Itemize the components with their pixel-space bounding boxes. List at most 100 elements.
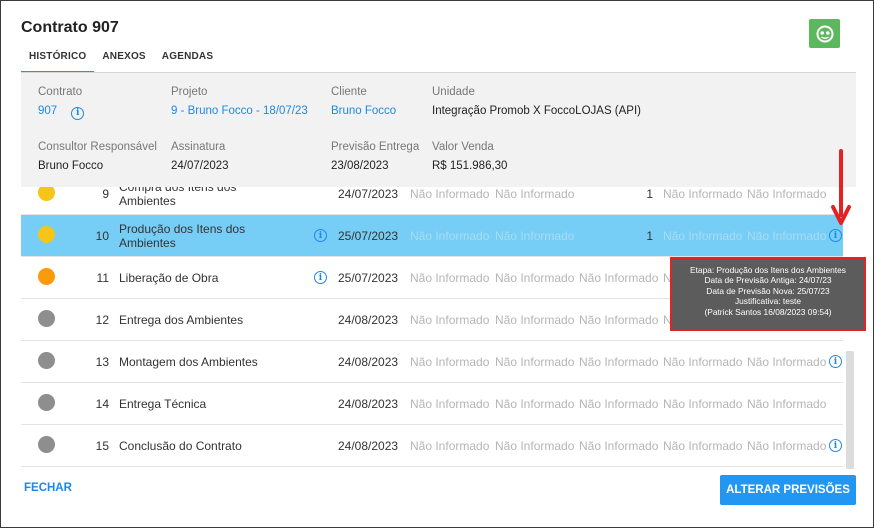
contrato-label: Contrato	[38, 86, 83, 98]
step-name: Compra dos Itens dos Ambientes	[119, 187, 237, 208]
tab-historico[interactable]: HISTÓRICO	[21, 47, 95, 73]
step-field: Não Informado	[495, 439, 575, 453]
tooltip-line: Justificativa: teste	[734, 296, 802, 307]
step-number: 15	[95, 439, 109, 453]
table-row[interactable]: 10 Produção dos Itens dos Ambientes i 25/07…	[21, 215, 843, 257]
step-number: 10	[95, 229, 109, 243]
step-field: Não Informado	[663, 187, 743, 201]
contract-dialog: Contrato 907 HISTÓRICO ANEXOS AGENDAS Co…	[0, 0, 874, 528]
status-dot	[38, 226, 55, 243]
step-field: Não Informado	[663, 229, 743, 243]
contrato-value[interactable]: 907	[38, 105, 57, 117]
step-date: 24/07/2023	[338, 187, 399, 201]
step-field: Não Informado	[579, 355, 659, 369]
valor-value: R$ 151.986,30	[432, 160, 508, 172]
step-field: Não Informado	[495, 187, 575, 201]
step-field: Não Informado	[410, 355, 490, 369]
history-info-icon[interactable]: i	[829, 355, 842, 368]
tab-agendas[interactable]: AGENDAS	[154, 47, 221, 73]
assinatura-label: Assinatura	[171, 141, 226, 153]
step-number: 14	[95, 397, 109, 411]
tooltip-line: Data de Previsão Nova: 25/07/23	[706, 285, 830, 296]
consultor-label: Consultor Responsável	[38, 141, 157, 153]
previsao-label: Previsão Entrega	[331, 141, 420, 153]
step-field: Não Informado	[410, 271, 490, 285]
cliente-link[interactable]: Bruno Focco	[331, 105, 396, 117]
field-unidade: Unidade Integração Promob X FoccoLOJAS (…	[432, 86, 641, 117]
table-row[interactable]: 15 Conclusão do Contrato 24/08/2023 Não Inf…	[21, 425, 843, 467]
field-consultor: Consultor Responsável Bruno Focco	[38, 141, 157, 172]
unidade-label: Unidade	[432, 86, 475, 98]
status-dot	[38, 352, 55, 369]
valor-label: Valor Venda	[432, 141, 494, 153]
status-dot	[38, 187, 55, 201]
step-info-icon[interactable]: i	[314, 229, 327, 242]
dialog-title: Contrato 907	[21, 19, 119, 36]
tooltip-line: Etapa: Produção dos Itens dos Ambientes	[690, 265, 846, 275]
table-row[interactable]: 13 Montagem dos Ambientes 24/08/2023 Não In…	[21, 341, 843, 383]
step-field: Não Informado	[410, 313, 490, 327]
step-field: Não Informado	[663, 397, 743, 411]
field-cliente: Cliente Bruno Focco	[331, 86, 396, 117]
cliente-label: Cliente	[331, 86, 367, 98]
step-field: Não Informado	[747, 397, 827, 411]
field-projeto: Projeto 9 - Bruno Focco - 18/07/23	[171, 86, 308, 117]
step-number: 9	[102, 187, 109, 201]
field-assinatura: Assinatura 24/07/2023	[171, 141, 229, 172]
step-name: Produção dos Itens dos Ambientes	[119, 222, 246, 250]
step-field: Não Informado	[410, 439, 490, 453]
history-info-icon[interactable]: i	[829, 439, 842, 452]
step-field: Não Informado	[495, 313, 575, 327]
step-field: Não Informado	[747, 439, 827, 453]
table-row[interactable]: 9 Compra dos Itens dos Ambientes 24/07/202…	[21, 187, 843, 215]
step-name: Entrega dos Ambientes	[119, 313, 244, 327]
projeto-link[interactable]: 9 - Bruno Focco - 18/07/23	[171, 105, 308, 117]
step-quantity: 1	[646, 229, 653, 243]
step-info-icon[interactable]: i	[314, 271, 327, 284]
step-name: Montagem dos Ambientes	[119, 355, 258, 369]
step-field: Não Informado	[410, 229, 490, 243]
step-date: 25/07/2023	[338, 229, 399, 243]
change-forecasts-button[interactable]: ALTERAR PREVISÕES	[720, 475, 856, 505]
tooltip-line: Data de Previsão Antiga: 24/07/23	[704, 275, 832, 286]
step-date: 24/08/2023	[338, 355, 399, 369]
step-field: Não Informado	[495, 271, 575, 285]
step-name: Entrega Técnica	[119, 397, 207, 411]
step-number: 12	[95, 313, 109, 327]
app-logo-button[interactable]	[809, 19, 840, 48]
status-dot	[38, 436, 55, 453]
step-field: Não Informado	[579, 271, 659, 285]
previsao-value: 23/08/2023	[331, 160, 389, 172]
unidade-value: Integração Promob X FoccoLOJAS (API)	[432, 105, 642, 117]
step-field: Não Informado	[663, 439, 743, 453]
step-field: Não Informado	[747, 187, 827, 201]
projeto-label: Projeto	[171, 86, 208, 98]
step-field: Não Informado	[747, 355, 827, 369]
status-dot	[38, 268, 55, 285]
step-number: 13	[95, 355, 109, 369]
assinatura-value: 24/07/2023	[171, 160, 229, 172]
step-date: 24/08/2023	[338, 439, 399, 453]
close-button[interactable]: FECHAR	[24, 482, 72, 494]
step-field: Não Informado	[579, 313, 659, 327]
step-field: Não Informado	[495, 355, 575, 369]
contrato-info-icon[interactable]: i	[71, 106, 85, 120]
step-field: Não Informado	[410, 397, 490, 411]
status-dot	[38, 310, 55, 327]
tab-bar: HISTÓRICO ANEXOS AGENDAS	[21, 47, 221, 73]
tab-anexos[interactable]: ANEXOS	[94, 47, 153, 73]
step-date: 25/07/2023	[338, 271, 399, 285]
tooltip-line: (Patrick Santos 16/08/2023 09:54)	[704, 306, 832, 317]
step-field: Não Informado	[410, 187, 490, 201]
step-date: 24/08/2023	[338, 397, 399, 411]
history-tooltip: Etapa: Produção dos Itens dos Ambientes …	[670, 257, 866, 331]
field-valor-venda: Valor Venda R$ 151.986,30	[432, 141, 507, 172]
step-name: Conclusão do Contrato	[119, 439, 242, 453]
table-row[interactable]: 14 Entrega Técnica 24/08/2023 Não Informado…	[21, 383, 843, 425]
table-scrollbar[interactable]	[846, 351, 854, 469]
status-dot	[38, 394, 55, 411]
annotation-arrow-icon	[831, 149, 851, 225]
step-number: 11	[96, 271, 109, 285]
step-date: 24/08/2023	[338, 313, 399, 327]
step-field: Não Informado	[579, 439, 659, 453]
